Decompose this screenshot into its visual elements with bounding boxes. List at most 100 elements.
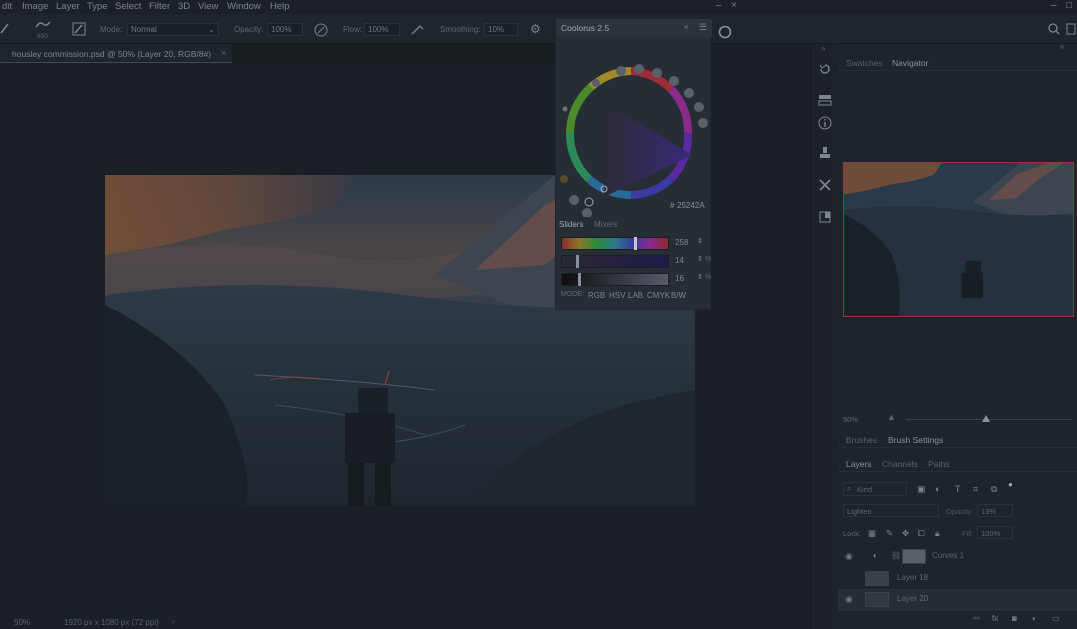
menu-filter[interactable]: Filter: [149, 1, 170, 12]
tab-navigator[interactable]: Navigator: [892, 58, 928, 68]
document-tab[interactable]: housley commission.psd @ 50% (Layer 20, …: [0, 44, 232, 63]
menu-help[interactable]: Help: [270, 1, 290, 12]
navigator-preview[interactable]: [843, 162, 1074, 317]
hex-value[interactable]: 25242A: [677, 201, 705, 210]
visibility-eye-icon[interactable]: ◉: [845, 594, 853, 605]
swatch-dot[interactable]: [569, 195, 579, 205]
swatch-dot[interactable]: [616, 66, 626, 76]
mode-lab[interactable]: LAB: [628, 291, 643, 300]
layer-mask-thumb[interactable]: [902, 549, 926, 564]
libraries-icon[interactable]: [817, 209, 833, 225]
hue-slider-row[interactable]: 258 ⇕: [561, 237, 707, 251]
hue-value[interactable]: 258: [675, 238, 688, 247]
menu-window[interactable]: Window: [227, 1, 261, 12]
brightness-slider[interactable]: [561, 273, 669, 286]
tab-paths[interactable]: Paths: [928, 459, 950, 469]
hue-stepper-icon[interactable]: ⇕: [697, 237, 703, 245]
menu-type[interactable]: Type: [87, 1, 108, 12]
mode-bw[interactable]: B/W: [671, 291, 686, 300]
status-arrow-icon[interactable]: ›: [172, 617, 175, 626]
search-icon[interactable]: [1048, 23, 1060, 35]
lock-position-icon[interactable]: ✥: [902, 528, 909, 539]
swatch-dot[interactable]: [634, 64, 644, 74]
color-triangle[interactable]: [604, 102, 692, 197]
window-restore-icon[interactable]: □: [1066, 0, 1072, 11]
pressure-opacity-icon[interactable]: [314, 23, 328, 37]
brightness-value[interactable]: 16: [675, 274, 684, 283]
document-tab-close-icon[interactable]: ×: [221, 48, 226, 58]
collapse-icon[interactable]: «: [684, 22, 688, 31]
saturation-stepper-icon[interactable]: ⇕: [697, 255, 703, 263]
tab-channels[interactable]: Channels: [882, 459, 918, 469]
tab-brushes[interactable]: Brushes: [846, 435, 877, 445]
menu-edit[interactable]: dit: [2, 1, 12, 12]
menu-image[interactable]: Image: [22, 1, 48, 12]
mode-cmyk[interactable]: CMYK: [647, 291, 670, 300]
lock-artboard-icon[interactable]: ⧠: [918, 528, 925, 539]
brush-panel-toggle-icon[interactable]: [72, 22, 86, 36]
flow-field[interactable]: 100%: [364, 23, 400, 36]
saturation-value[interactable]: 14: [675, 256, 684, 265]
airbrush-icon[interactable]: [410, 23, 426, 37]
new-adjustment-icon[interactable]: ◐: [1032, 614, 1037, 623]
swatch-dot[interactable]: [652, 68, 662, 78]
filter-smart-icon[interactable]: ⧉: [991, 484, 997, 495]
visibility-eye-icon[interactable]: ◉: [845, 551, 853, 562]
new-group-icon[interactable]: ▭: [1052, 614, 1060, 623]
fill-field[interactable]: 100%: [977, 526, 1013, 539]
tab-mixers[interactable]: Mixers: [594, 220, 618, 229]
mode-select[interactable]: Normal ⌄: [127, 23, 219, 36]
layer-filter-select[interactable]: ⌕ Kind: [843, 482, 907, 496]
brush-preset-icon[interactable]: [34, 19, 52, 31]
layer-thumb[interactable]: [865, 592, 889, 607]
pressure-size-icon[interactable]: [718, 25, 732, 39]
window-minimize-icon[interactable]: –: [1051, 0, 1057, 11]
gear-icon[interactable]: ⚙: [530, 22, 541, 36]
panel-collapse-icon[interactable]: «: [1060, 42, 1064, 51]
close-icon[interactable]: ×: [731, 0, 737, 11]
zoom-out-icon[interactable]: ▲: [887, 412, 896, 422]
reset-dot-icon[interactable]: [562, 106, 568, 112]
filter-adjustment-icon[interactable]: ◐: [935, 484, 940, 494]
menu-3d[interactable]: 3D: [178, 1, 190, 12]
brush-tool-icon[interactable]: [0, 21, 10, 35]
fx-icon[interactable]: fx: [992, 614, 998, 623]
add-mask-icon[interactable]: ◙: [1012, 614, 1017, 623]
tools-icon[interactable]: [817, 177, 833, 193]
filter-toggle-icon[interactable]: ●: [1008, 480, 1013, 489]
panel-menu-icon[interactable]: ☰: [699, 22, 707, 33]
filter-type-icon[interactable]: T: [955, 484, 961, 494]
hue-slider[interactable]: [561, 237, 669, 250]
ring-picker[interactable]: [584, 197, 594, 207]
opacity-field[interactable]: 100%: [267, 23, 303, 36]
menu-view[interactable]: View: [198, 1, 218, 12]
saturation-handle[interactable]: [576, 255, 579, 268]
layer-row[interactable]: ◉ ◐ ⛓ Curves 1: [838, 546, 1077, 567]
mode-rgb[interactable]: RGB: [588, 291, 605, 300]
brightness-stepper-icon[interactable]: ⇕: [697, 273, 703, 281]
lock-all-icon[interactable]: 🔒︎: [935, 528, 940, 539]
tab-sliders[interactable]: Sliders: [559, 220, 583, 229]
mode-hsv[interactable]: HSV: [609, 291, 625, 300]
zoom-level[interactable]: 50%: [14, 618, 30, 627]
link-layers-icon[interactable]: ⚯: [973, 614, 980, 623]
adjustments-icon[interactable]: [817, 92, 833, 108]
layer-thumb[interactable]: [865, 571, 889, 586]
navigator-zoom-value[interactable]: 50%: [843, 415, 858, 424]
workspace-icon[interactable]: [1066, 23, 1076, 35]
brightness-slider-row[interactable]: 16 ⇕ %: [561, 273, 711, 287]
filter-pixel-icon[interactable]: ▣: [917, 484, 926, 495]
tab-brush-settings[interactable]: Brush Settings: [888, 435, 943, 445]
menu-layer[interactable]: Layer: [56, 1, 80, 12]
layer-row-selected[interactable]: ◉ Layer 20: [838, 589, 1077, 610]
lock-transparent-icon[interactable]: ▦: [868, 528, 876, 539]
color-wheel[interactable]: [556, 37, 712, 217]
minimize-icon[interactable]: –: [716, 0, 722, 11]
swatch-dot[interactable]: [698, 118, 708, 128]
lock-paint-icon[interactable]: ✎: [886, 528, 893, 539]
tab-layers[interactable]: Layers: [846, 459, 872, 469]
swatch-dot[interactable]: [694, 102, 704, 112]
swatch-dot[interactable]: [684, 88, 694, 98]
swatch-dot[interactable]: [582, 208, 592, 217]
smoothing-field[interactable]: 10%: [484, 23, 518, 36]
